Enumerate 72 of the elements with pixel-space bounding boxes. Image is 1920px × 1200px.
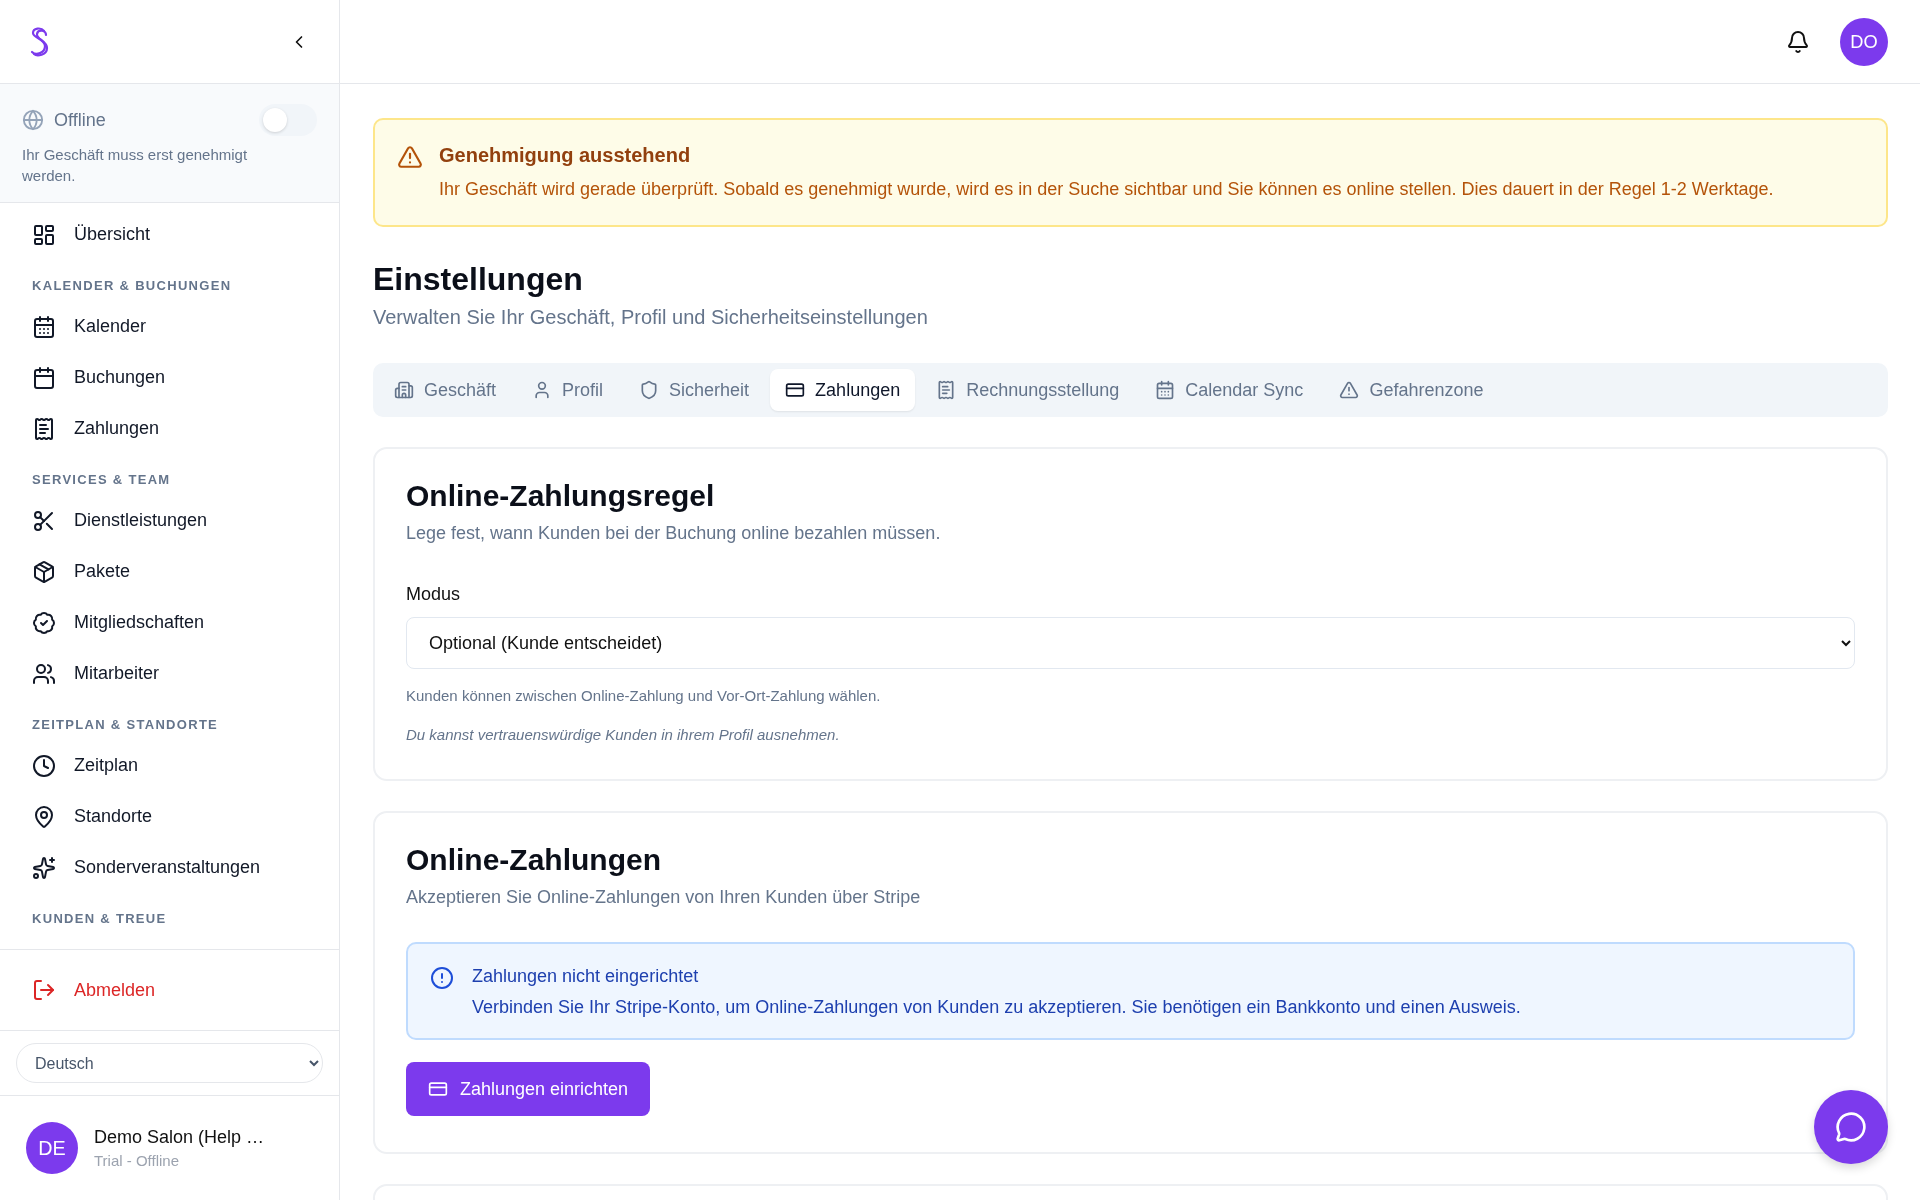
nav-item[interactable]: Pakete [0,546,339,597]
info-message: Verbinden Sie Ihr Stripe-Konto, um Online-Zahlungen von Kunden zu akzeptieren. Sie benötigen ein Bankkonto und einen Ausweis. [472,997,1521,1018]
nav-item[interactable]: Standorte [0,791,339,842]
language-select[interactable]: Deutsch [16,1043,323,1083]
receipt-icon [32,416,56,441]
chat-icon [1835,1111,1867,1143]
note-text: Du kannst vertrauenswürdige Kunden in ihrem Profil ausnehmen. [406,726,841,743]
nav-item[interactable]: Mitgliedschaften [0,597,339,648]
nav-item[interactable]: Dienstleistungen [0,495,339,546]
info-icon [430,966,454,990]
credit-card-icon [428,1079,448,1099]
nav-section-heading: SERVICES & TEAM [31,471,172,489]
card-title: Online-Zahlungsregel [406,479,716,513]
logout-icon [32,978,56,1002]
shield-icon [639,380,660,400]
page-subtitle: Verwalten Sie Ihr Geschäft, Profil und Sicherheitseinstellungen [373,306,929,329]
nav-item[interactable]: Mitarbeiter [0,648,339,699]
nav-item[interactable]: Zahlungen [0,403,339,454]
nav-item[interactable]: Buchungen [0,352,339,403]
badge-check-icon [32,610,56,635]
nav-item[interactable]: Übersicht [0,209,339,260]
package-icon [32,559,56,584]
settings-tab[interactable]: Profil [517,369,619,411]
globe-icon [22,109,44,131]
mode-select[interactable]: Optional (Kunde entscheidet) [406,617,1855,669]
calendar-icon [32,365,56,390]
status-label: Offline [54,109,107,131]
credit-card-icon [785,380,806,400]
nav-item[interactable]: Sonderveranstaltungen [0,842,339,893]
settings-tab[interactable]: Rechnungsstellung [921,369,1135,411]
card-description: Akzeptieren Sie Online-Zahlungen von Ihren Kunden über Stripe [406,887,922,908]
account-avatar: DE [26,1122,78,1174]
info-title: Zahlungen nicht eingerichtet [472,966,700,987]
warning-icon [397,144,423,170]
nav-item[interactable]: Zeitplan [0,740,339,791]
settings-tab[interactable]: Zahlungen [770,369,916,411]
calendar-icon [32,314,56,339]
alert-title: Genehmigung ausstehend [439,144,692,167]
field-label: Modus [406,584,462,605]
setup-payments-button[interactable]: Zahlungen einrichten [406,1062,651,1116]
settings-tab[interactable]: Gefahrenzone [1324,369,1499,411]
page-title: Einstellungen [373,261,584,298]
help-text: Kunden können zwischen Online-Zahlung und Vor-Ort-Zahlung wählen. [406,687,882,704]
bell-icon [1786,29,1810,54]
nav-item[interactable]: Kalender [0,301,339,352]
warning-icon [1339,380,1360,400]
settings-tab[interactable]: Calendar Sync [1140,369,1319,411]
nav-section-heading: ZEITPLAN & STANDORTE [31,716,220,734]
notifications-button[interactable] [1786,29,1810,54]
calendar-icon [1155,380,1176,400]
account-name: Demo Salon (Help … [94,1127,265,1148]
sparkles-icon [32,855,56,880]
settings-tab[interactable]: Geschäft [379,369,512,411]
card-title: Online-Zahlungen [406,843,662,877]
nav-section-heading: KALENDER & BUCHUNGEN [31,277,233,295]
logout-link[interactable]: Abmelden [0,949,339,1031]
logo-icon [28,25,50,58]
clock-icon [32,753,56,778]
settings-tab[interactable]: Sicherheit [624,369,765,411]
scissors-icon [32,508,56,533]
users-icon [32,661,56,686]
card-description: Lege fest, wann Kunden bei der Buchung online bezahlen müssen. [406,523,942,544]
nav-section-heading: KUNDEN & TREUE [31,910,168,928]
receipt-icon [936,380,957,400]
map-pin-icon [32,804,56,829]
account-status: Trial - Offline [94,1152,181,1169]
online-switch[interactable] [259,104,317,136]
status-message: Ihr Geschäft muss erst genehmigt werden. [22,145,249,186]
dashboard-icon [32,222,56,247]
user-avatar[interactable]: DO [1840,17,1888,66]
building-icon [394,380,414,400]
alert-message: Ihr Geschäft wird gerade überprüft. Sobald es genehmigt wurde, wird es in der Suche sichtbar und Sie können es online stellen. Dies dauert in der Regel 1-2 Werktage. [439,178,1774,201]
